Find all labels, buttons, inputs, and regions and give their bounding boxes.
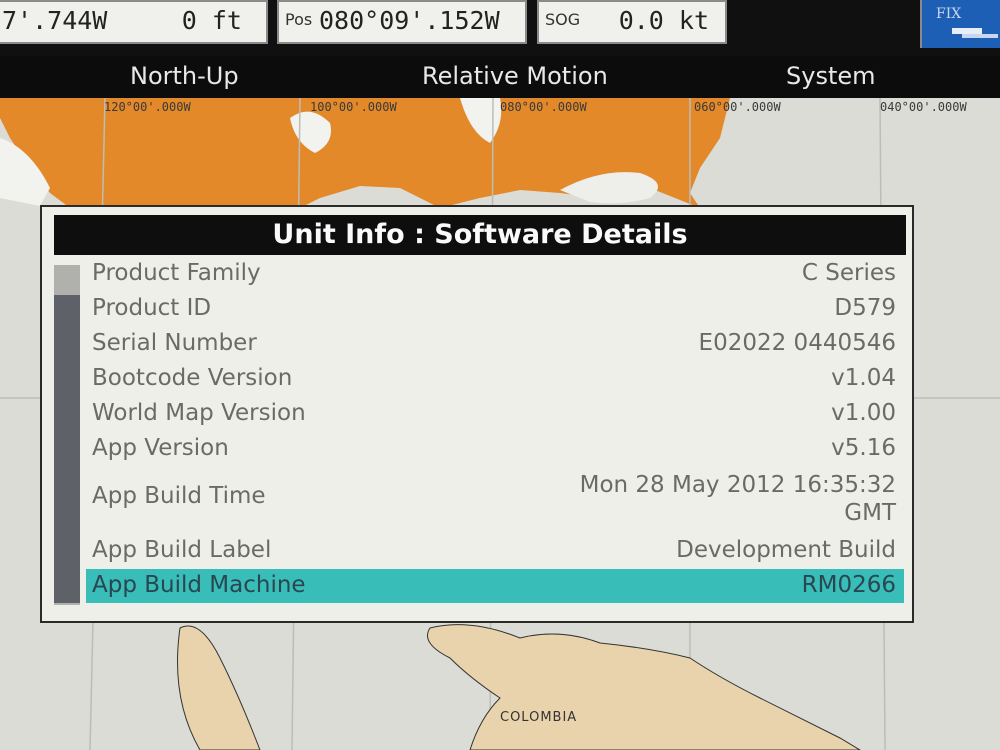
sog-databox[interactable]: SOG 0.0 kt	[537, 0, 727, 44]
gps-fix-indicator[interactable]: FIX	[920, 0, 1000, 48]
sog-value: 0.0 kt	[618, 6, 709, 35]
relative-motion-menu[interactable]: Relative Motion	[422, 62, 608, 90]
row-value: E02022 0440546	[698, 330, 896, 356]
satellite-icon	[952, 28, 998, 38]
row-value: v1.04	[831, 365, 896, 391]
scrollbar[interactable]	[54, 265, 80, 605]
country-label: COLOMBIA	[500, 710, 578, 725]
longitude-partial-value: 7'.744W	[2, 6, 108, 35]
position-label: Pos	[285, 10, 313, 29]
row-label: World Map Version	[92, 400, 306, 426]
row-value: RM0266	[801, 572, 896, 598]
info-row-product-id[interactable]: Product ID D579	[86, 292, 904, 326]
info-row-app-build-machine[interactable]: App Build Machine RM0266	[86, 569, 904, 603]
info-row-serial-number[interactable]: Serial Number E02022 0440546	[86, 327, 904, 361]
row-value: C Series	[801, 260, 896, 286]
row-label: App Build Machine	[92, 572, 306, 598]
row-value: D579	[834, 295, 896, 321]
scrollbar-thumb[interactable]	[54, 295, 80, 603]
row-label: Bootcode Version	[92, 365, 293, 391]
longitude-label: 080°00'.000W	[500, 100, 587, 114]
depth-databox[interactable]: 7'.744W 0 ft	[0, 0, 268, 44]
north-up-menu[interactable]: North-Up	[130, 62, 239, 90]
row-label: App Version	[92, 435, 229, 461]
longitude-label: 060°00'.000W	[694, 100, 781, 114]
position-databox[interactable]: Pos 080°09'.152W	[277, 0, 527, 44]
data-bar: 7'.744W 0 ft Pos 080°09'.152W SOG 0.0 kt…	[0, 0, 1000, 56]
row-value: v5.16	[831, 435, 896, 461]
row-label: Product Family	[92, 260, 261, 286]
info-row-world-map-version[interactable]: World Map Version v1.00	[86, 397, 904, 431]
info-row-app-build-time[interactable]: App Build Time Mon 28 May 2012 16:35:32 …	[86, 472, 904, 527]
position-value: 080°09'.152W	[319, 6, 500, 35]
info-row-product-family[interactable]: Product Family C Series	[86, 257, 904, 291]
dialog-title: Unit Info : Software Details	[54, 215, 906, 255]
depth-value: 0 ft	[181, 6, 242, 35]
row-value: Development Build	[676, 537, 896, 563]
row-label: Product ID	[92, 295, 212, 321]
row-label: Serial Number	[92, 330, 257, 356]
row-value: Mon 28 May 2012 16:35:32 GMT	[580, 471, 896, 527]
longitude-label: 040°00'.000W	[880, 100, 967, 114]
system-menu[interactable]: System	[786, 62, 876, 90]
longitude-label: 120°00'.000W	[104, 100, 191, 114]
row-label: App Build Time	[92, 483, 266, 509]
longitude-label: 100°00'.000W	[310, 100, 397, 114]
build-time-zone: GMT	[844, 500, 896, 526]
menu-bar: North-Up Relative Motion System	[0, 56, 1000, 98]
sog-label: SOG	[545, 10, 581, 29]
info-row-bootcode-version[interactable]: Bootcode Version v1.04	[86, 362, 904, 396]
build-time-date: Mon 28 May 2012 16:35:32	[579, 472, 896, 498]
info-row-app-build-label[interactable]: App Build Label Development Build	[86, 534, 904, 568]
row-value: v1.00	[831, 400, 896, 426]
software-details-dialog: Unit Info : Software Details Product Fam…	[40, 205, 914, 623]
row-label: App Build Label	[92, 537, 272, 563]
info-row-app-version[interactable]: App Version v5.16	[86, 432, 904, 466]
